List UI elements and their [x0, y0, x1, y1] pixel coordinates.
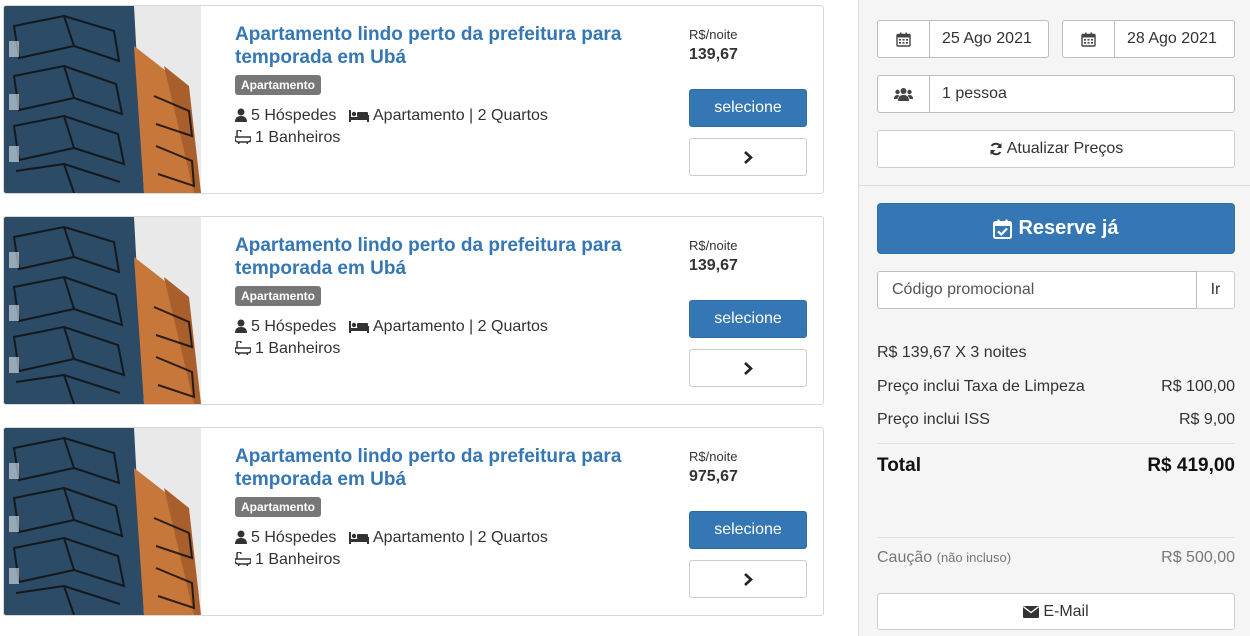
listing-photo[interactable]	[4, 428, 201, 615]
guests-select[interactable]: 1 pessoa	[877, 75, 1235, 113]
checkin-date-value[interactable]: 25 Ago 2021	[930, 21, 1048, 57]
user-icon	[235, 319, 247, 333]
checkin-date-picker[interactable]: 25 Ago 2021	[877, 20, 1049, 58]
envelope-icon	[1023, 605, 1040, 618]
divider	[877, 443, 1235, 444]
nights-text: R$ 139,67 X 3 noites	[877, 344, 1027, 361]
bath-feature: 1 Banheiros	[234, 550, 341, 570]
details-button[interactable]	[689, 349, 807, 387]
reserve-button[interactable]: Reserve já	[877, 203, 1235, 254]
cleaning-fee-line: Preço inclui Taxa de Limpeza R$ 100,00	[877, 378, 1235, 396]
guests-feature: 5 Hóspedes	[235, 106, 336, 126]
email-label: E-Mail	[1043, 602, 1089, 620]
iss-value: R$ 9,00	[1178, 411, 1235, 428]
bed-icon	[349, 321, 369, 333]
promo-code-group: Código promocional Ir	[877, 271, 1235, 309]
deposit-note: (não incluso)	[936, 550, 1012, 565]
guests-label: 5 Hóspedes	[251, 529, 337, 546]
deposit-line: Caução (não incluso) R$ 500,00	[877, 549, 1235, 567]
price-value: 975,67	[689, 468, 738, 485]
reserve-label: Reserve já	[1018, 217, 1119, 239]
price-value: 139,67	[689, 257, 738, 274]
bathrooms-label: 1 Banheiros	[255, 551, 341, 568]
iss-line: Preço inclui ISS R$ 9,00	[877, 411, 1235, 429]
listing-card: Apartamento lindo perto da prefeitura pa…	[3, 427, 824, 616]
refresh-icon	[990, 142, 1002, 156]
listing-title[interactable]: Apartamento lindo perto da prefeitura pa…	[235, 23, 655, 69]
chevron-right-icon	[744, 572, 753, 586]
bath-feature: 1 Banheiros	[234, 128, 341, 148]
bath-icon	[234, 551, 252, 566]
rooms-feature: Apartamento | 2 Quartos	[349, 317, 548, 337]
type-rooms-label: Apartamento | 2 Quartos	[373, 107, 548, 124]
listing-photo[interactable]	[4, 217, 201, 404]
listing-title[interactable]: Apartamento lindo perto da prefeitura pa…	[235, 445, 655, 491]
nights-line: R$ 139,67 X 3 noites	[877, 344, 1235, 362]
details-button[interactable]	[689, 560, 807, 598]
price-unit-label: R$/noite	[689, 238, 738, 253]
users-icon[interactable]	[878, 76, 930, 112]
details-button[interactable]	[689, 138, 807, 176]
promo-apply-button[interactable]: Ir	[1197, 271, 1235, 309]
update-prices-button[interactable]: Atualizar Preços	[877, 130, 1235, 168]
total-value: R$ 419,00	[1147, 455, 1235, 476]
bed-icon	[349, 110, 369, 122]
type-rooms-label: Apartamento | 2 Quartos	[373, 529, 548, 546]
listing-title[interactable]: Apartamento lindo perto da prefeitura pa…	[235, 234, 655, 280]
guests-label: 5 Hóspedes	[251, 107, 337, 124]
calendar-icon[interactable]	[1063, 21, 1115, 57]
email-button[interactable]: E-Mail	[877, 593, 1235, 630]
select-button[interactable]: selecione	[689, 300, 807, 338]
chevron-right-icon	[744, 361, 753, 375]
booking-sidebar: 25 Ago 2021 28 Ago 2021 1 pessoa Atualiz…	[858, 0, 1250, 636]
user-icon	[235, 530, 247, 544]
listing-card: Apartamento lindo perto da prefeitura pa…	[3, 216, 824, 405]
calendar-icon[interactable]	[878, 21, 930, 57]
user-icon	[235, 108, 247, 122]
price-unit-label: R$/noite	[689, 27, 738, 42]
rooms-feature: Apartamento | 2 Quartos	[349, 106, 548, 126]
rooms-feature: Apartamento | 2 Quartos	[349, 528, 548, 548]
cleaning-fee-label: Preço inclui Taxa de Limpeza	[877, 378, 1085, 395]
guests-label: 5 Hóspedes	[251, 318, 337, 335]
guests-feature: 5 Hóspedes	[235, 528, 336, 548]
bath-icon	[234, 340, 252, 355]
cleaning-fee-value: R$ 100,00	[1161, 378, 1235, 395]
property-type-badge: Apartamento	[235, 286, 322, 306]
update-prices-label: Atualizar Preços	[1006, 140, 1124, 157]
bathrooms-label: 1 Banheiros	[255, 129, 341, 146]
type-rooms-label: Apartamento | 2 Quartos	[373, 318, 548, 335]
property-type-badge: Apartamento	[235, 497, 322, 517]
bath-icon	[234, 129, 252, 144]
price-value: 139,67	[689, 46, 738, 63]
deposit-label: Caução	[877, 549, 933, 566]
checkout-date-picker[interactable]: 28 Ago 2021	[1062, 20, 1235, 58]
bathrooms-label: 1 Banheiros	[255, 340, 341, 357]
calendar-check-icon	[993, 219, 1013, 239]
guests-feature: 5 Hóspedes	[235, 317, 336, 337]
checkout-date-value[interactable]: 28 Ago 2021	[1115, 21, 1234, 57]
iss-label: Preço inclui ISS	[877, 411, 990, 428]
promo-code-input[interactable]: Código promocional	[877, 271, 1197, 309]
property-type-badge: Apartamento	[235, 75, 322, 95]
guests-value[interactable]: 1 pessoa	[930, 76, 1234, 112]
select-button[interactable]: selecione	[689, 89, 807, 127]
select-button[interactable]: selecione	[689, 511, 807, 549]
price-unit-label: R$/noite	[689, 449, 738, 464]
divider	[877, 537, 1235, 538]
bed-icon	[349, 532, 369, 544]
chevron-right-icon	[744, 150, 753, 164]
listing-card: Apartamento lindo perto da prefeitura pa…	[3, 5, 824, 194]
listing-photo[interactable]	[4, 6, 201, 193]
total-label: Total	[877, 455, 921, 476]
total-line: Total R$ 419,00	[877, 455, 1235, 477]
bath-feature: 1 Banheiros	[234, 339, 341, 359]
deposit-value: R$ 500,00	[1161, 549, 1235, 566]
